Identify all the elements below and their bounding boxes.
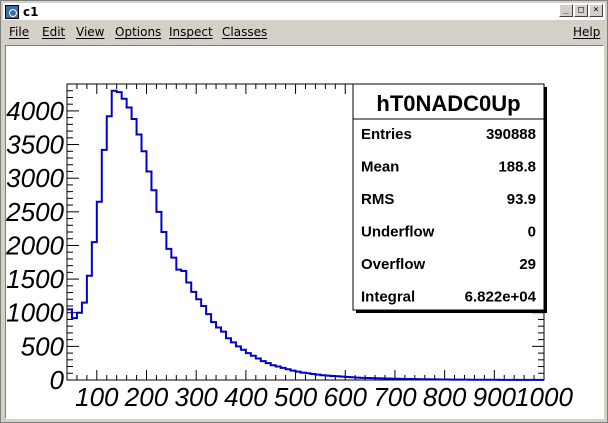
x-tick-label: 600 bbox=[324, 382, 368, 412]
stats-value: 390888 bbox=[486, 126, 536, 143]
menu-bar: File Edit View Options Inspect Classes H… bbox=[3, 22, 605, 42]
stats-label: Overflow bbox=[361, 256, 426, 273]
menu-view[interactable]: View bbox=[76, 25, 104, 39]
x-tick-label: 100 bbox=[75, 382, 119, 412]
y-tick-label: 1000 bbox=[6, 298, 64, 328]
stats-label: Mean bbox=[361, 159, 399, 176]
stats-value: 0 bbox=[528, 224, 536, 241]
x-tick-label: 700 bbox=[373, 382, 417, 412]
y-tick-label: 1500 bbox=[6, 264, 64, 294]
x-tick-label: 300 bbox=[174, 382, 218, 412]
stats-value: 188.8 bbox=[498, 159, 536, 176]
stats-title: hT0NADC0Up bbox=[376, 91, 520, 116]
stats-label: Underflow bbox=[361, 224, 435, 241]
stats-value: 6.822e+04 bbox=[465, 289, 537, 306]
x-tick-label: 800 bbox=[423, 382, 467, 412]
y-tick-label: 4000 bbox=[6, 96, 64, 126]
stats-label: Entries bbox=[361, 126, 412, 143]
menu-inspect[interactable]: Inspect bbox=[169, 25, 213, 39]
maximize-button[interactable]: □ bbox=[574, 4, 588, 17]
stats-value: 93.9 bbox=[507, 191, 536, 208]
y-tick-label: 3500 bbox=[6, 130, 64, 160]
x-tick-label: 900 bbox=[473, 382, 517, 412]
stats-label: Integral bbox=[361, 289, 415, 306]
minimize-button[interactable]: _ bbox=[559, 4, 573, 17]
window-title: c1 bbox=[23, 4, 39, 19]
stats-label: RMS bbox=[361, 191, 394, 208]
canvas[interactable]: 0 500 1000 1500 2000 2500 3000 3500 4000 100 200 30… bbox=[5, 45, 604, 419]
x-tick-label: 500 bbox=[274, 382, 318, 412]
y-tick-label: 0 bbox=[50, 365, 65, 395]
menu-edit[interactable]: Edit bbox=[42, 25, 65, 39]
title-bar[interactable]: c1 _ □ × bbox=[3, 3, 605, 20]
x-tick-label: 200 bbox=[124, 382, 169, 412]
x-tick-label: 400 bbox=[224, 382, 268, 412]
menu-classes[interactable]: Classes bbox=[222, 25, 267, 39]
histogram-plot: 05001000150020002500300035004000100 200 30… bbox=[6, 83, 573, 412]
stats-value: 29 bbox=[519, 256, 536, 273]
y-tick-label: 500 bbox=[21, 331, 65, 361]
y-tick-label: 3000 bbox=[6, 163, 64, 193]
root-app-icon bbox=[5, 4, 19, 19]
menu-file[interactable]: File bbox=[9, 25, 29, 39]
close-button[interactable]: × bbox=[589, 4, 603, 17]
menu-options[interactable]: Options bbox=[115, 25, 161, 39]
y-tick-label: 2500 bbox=[6, 197, 65, 227]
y-tick-label: 2000 bbox=[6, 230, 65, 260]
root-window: c1 _ □ × File Edit View Options Inspect … bbox=[0, 0, 608, 423]
x-tick-label: 1000 bbox=[515, 382, 573, 412]
menu-help[interactable]: Help bbox=[573, 25, 600, 39]
